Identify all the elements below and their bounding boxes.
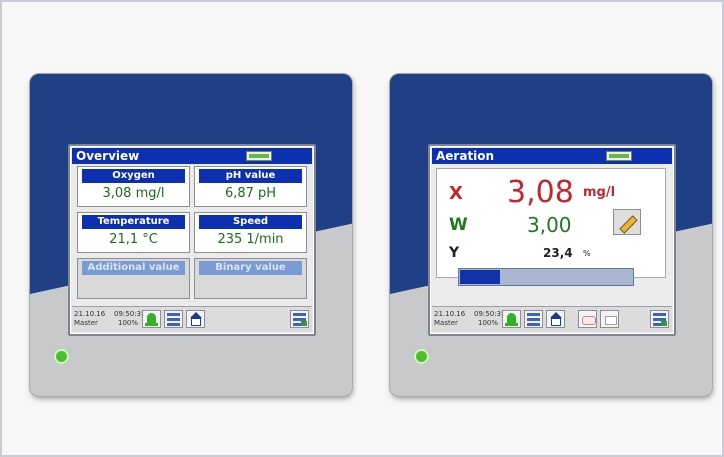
status-bar: 21.10.16 09:50:35 Master 100% [432,306,672,332]
tile-additional-value[interactable]: Additional value [77,258,190,299]
status-bar: 21.10.16 09:50:35 Master 100% [72,306,312,332]
tile-speed[interactable]: Speed 235 1/min [194,212,307,253]
status-level: 100% [477,319,498,327]
overview-screen: Overview Oxygen 3,08 mg/l pH value 6,87 … [68,144,316,336]
status-date: 21.10.16 [74,310,106,318]
screen-title: Aeration [436,149,495,163]
status-user: Master [434,319,458,327]
bell-icon[interactable] [502,310,521,328]
tile-value: 21,1 °C [109,232,158,247]
output-label: Y [449,245,460,261]
list-icon[interactable] [524,310,543,328]
tile-header: pH value [199,169,302,183]
screen-title: Overview [76,149,140,163]
aeration-screen: Aeration X 3,08 mg/l W 3,00 Y 23,4 % 21.… [428,144,676,336]
home-icon[interactable] [546,310,565,328]
export-icon[interactable] [650,310,669,328]
setpoint-row: W 3,00 [437,209,665,239]
controller-device-overview: Overview Oxygen 3,08 mg/l pH value 6,87 … [30,74,352,396]
status-level: 100% [117,319,138,327]
screen-title-bar: Aeration [432,148,672,164]
tile-oxygen[interactable]: Oxygen 3,08 mg/l [77,166,190,207]
setpoint-label: W [449,215,468,235]
tile-header: Binary value [199,261,302,275]
output-unit: % [583,249,591,258]
battery-icon [246,151,272,161]
actual-value-label: X [449,183,463,204]
aeration-values-panel: X 3,08 mg/l W 3,00 Y 23,4 % [436,168,666,278]
window-icon[interactable] [600,310,619,328]
tile-header: Oxygen [82,169,185,183]
controller-device-aeration: Aeration X 3,08 mg/l W 3,00 Y 23,4 % 21.… [390,74,712,396]
setpoint-value: 3,00 [527,213,572,237]
status-led [56,351,67,362]
actual-value-unit: mg/l [583,185,616,200]
output-value: 23,4 [543,246,573,260]
output-progress-fill [460,270,500,284]
output-progress-bar [458,268,634,286]
status-datetime: 21.10.16 09:50:35 Master 100% [74,310,145,328]
actual-value-row: X 3,08 mg/l [437,175,665,211]
home-icon[interactable] [186,310,205,328]
status-user: Master [74,319,98,327]
status-time: 09:50:35 [114,310,146,318]
list-icon[interactable] [164,310,183,328]
screen-title-bar: Overview [72,148,312,164]
bell-icon[interactable] [142,310,161,328]
export-icon[interactable] [290,310,309,328]
battery-icon [606,151,632,161]
tile-value: 6,87 pH [224,186,277,201]
status-datetime: 21.10.16 09:50:35 Master 100% [434,310,505,328]
tile-temperature[interactable]: Temperature 21,1 °C [77,212,190,253]
hand-icon[interactable] [578,310,597,328]
output-row: Y 23,4 % [437,245,665,265]
tile-header: Additional value [82,261,185,275]
tile-value: 3,08 mg/l [102,186,165,201]
actual-value: 3,08 [507,175,574,210]
status-led [416,351,427,362]
tile-ph-value[interactable]: pH value 6,87 pH [194,166,307,207]
status-date: 21.10.16 [434,310,466,318]
tile-header: Speed [199,215,302,229]
pencil-icon[interactable] [613,209,641,235]
page-frame: Overview Oxygen 3,08 mg/l pH value 6,87 … [0,0,724,457]
tile-binary-value[interactable]: Binary value [194,258,307,299]
status-time: 09:50:35 [474,310,506,318]
tile-header: Temperature [82,215,185,229]
tile-value: 235 1/min [217,232,284,247]
